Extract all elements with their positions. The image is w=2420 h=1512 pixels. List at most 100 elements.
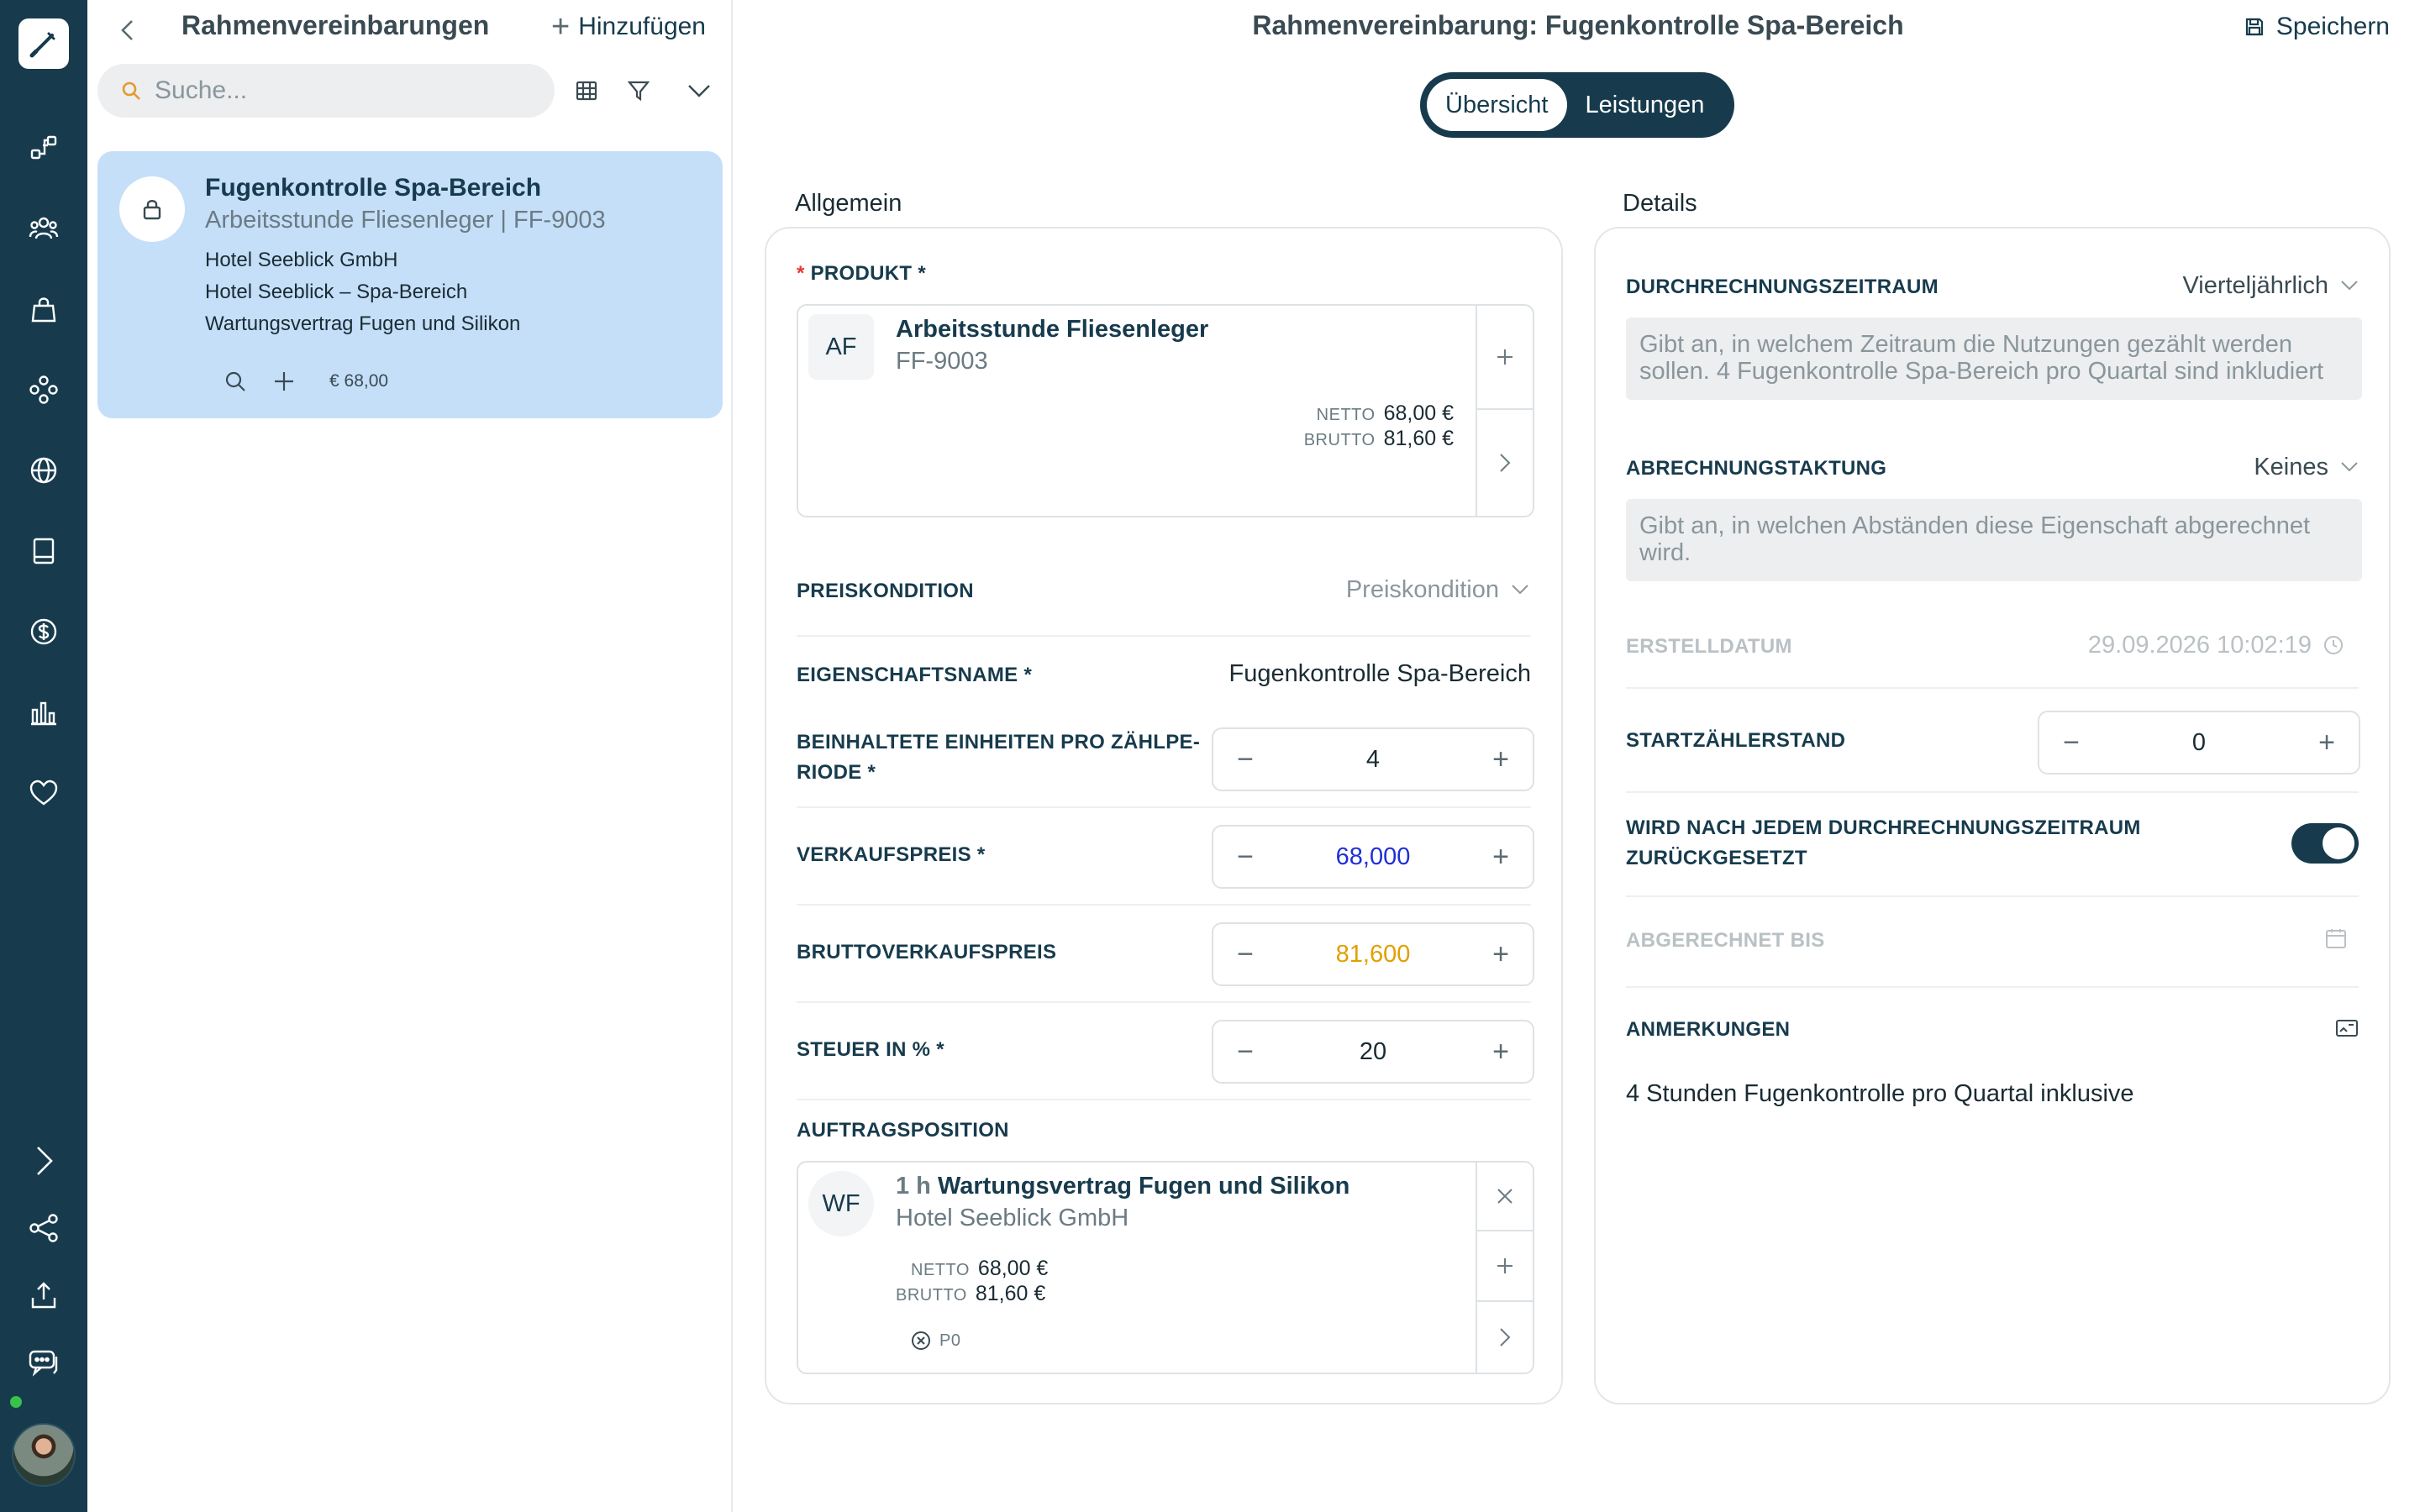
save-button[interactable]: Speichern (2244, 10, 2390, 44)
view-tabs: Übersicht Leistungen (1420, 72, 1734, 138)
chevron-right-icon[interactable] (1477, 410, 1533, 516)
notes-label: ANMERKUNGEN (1626, 1018, 1791, 1041)
reset-label-line1: WIRD NACH JEDEM DURCHRECHNUNGSZEITRAUM (1626, 816, 2141, 839)
plus-icon[interactable] (1477, 1231, 1533, 1302)
order-position-initials: WF (808, 1171, 874, 1236)
billing-period-select[interactable]: Vierteljährlich (2182, 269, 2359, 302)
start-counter-stepper: − 0 + (2038, 711, 2360, 774)
minus-icon[interactable]: − (1228, 743, 1262, 776)
details-panel: DURCHRECHNUNGSZEITRAUM Vierteljährlich G… (1594, 227, 2391, 1404)
units-label-line2: RIODE * (797, 761, 876, 784)
billing-cycle-select[interactable]: Keines (2254, 450, 2359, 484)
lock-icon (119, 176, 185, 242)
list-item[interactable]: Fugenkontrolle Spa-Bereich Arbeitsstunde… (97, 151, 723, 418)
required-mark: * (797, 262, 805, 285)
tax-value[interactable]: 20 (1262, 1038, 1484, 1066)
start-counter-value[interactable]: 0 (2088, 729, 2310, 757)
chevron-down-icon[interactable] (679, 71, 719, 111)
chevron-down-icon (2341, 281, 2358, 291)
property-name-value[interactable]: Fugenkontrolle Spa-Bereich (1229, 657, 1531, 690)
billing-period-label: DURCHRECHNUNGSZEITRAUM (1626, 276, 1939, 298)
plus-icon: + (551, 9, 571, 45)
reset-label-line2: ZURÜCKGESETZT (1626, 847, 1807, 869)
clock-icon (2324, 636, 2343, 654)
plus-icon[interactable] (1477, 306, 1533, 410)
minus-icon[interactable]: − (2054, 726, 2088, 759)
tab-overview[interactable]: Übersicht (1427, 79, 1567, 131)
chevron-right-icon[interactable] (1477, 1302, 1533, 1373)
product-actions (1476, 306, 1533, 516)
add-button[interactable]: + Hinzufügen (551, 8, 706, 45)
dollar-icon[interactable] (22, 610, 66, 654)
plus-icon[interactable]: + (1484, 743, 1518, 776)
list-item-title: Fugenkontrolle Spa-Bereich (205, 174, 542, 202)
plus-icon[interactable]: + (1484, 840, 1518, 874)
chat-icon[interactable] (22, 1341, 66, 1384)
edit-notes-icon[interactable] (2335, 1018, 2359, 1038)
gross-price-value[interactable]: 81,600 (1262, 941, 1484, 969)
agreements-list-panel: Rahmenvereinbarungen + Hinzufügen Fugenk… (87, 0, 733, 1512)
heart-icon[interactable] (22, 771, 66, 815)
plus-icon[interactable]: + (1484, 937, 1518, 971)
list-item-location: Hotel Seeblick – Spa-Bereich (205, 281, 468, 303)
expand-icon[interactable] (22, 1139, 66, 1183)
order-position-card[interactable]: WF 1 h Wartungsvertrag Fugen und Silikon… (797, 1161, 1534, 1374)
avatar[interactable] (12, 1423, 76, 1487)
close-icon[interactable] (1477, 1163, 1533, 1231)
sale-price-value[interactable]: 68,000 (1262, 843, 1484, 871)
table-view-icon[interactable] (566, 71, 607, 111)
sale-price-label: VERKAUFSPREIS * (797, 843, 986, 866)
billing-cycle-label: ABRECHNUNGSTAKTUNG (1626, 457, 1887, 480)
product-card[interactable]: AF Arbeitsstunde Fliesenleger FF-9003 NE… (797, 304, 1534, 517)
plus-icon[interactable]: + (1484, 1035, 1518, 1068)
notes-value[interactable]: 4 Stunden Fugenkontrolle pro Quartal ink… (1626, 1077, 2134, 1110)
gross-price-stepper: − 81,600 + (1212, 922, 1534, 986)
upload-icon[interactable] (22, 1273, 66, 1317)
share-icon[interactable] (22, 1206, 66, 1250)
add-button-label: Hinzufügen (578, 13, 706, 40)
list-item-subtitle: Arbeitsstunde Fliesenleger | FF-9003 (205, 207, 606, 234)
tab-services[interactable]: Leistungen (1567, 79, 1723, 131)
globe-icon[interactable] (22, 449, 66, 492)
back-chevron-icon[interactable] (108, 10, 148, 50)
property-name-label: EIGENSCHAFTSNAME * (797, 664, 1033, 686)
order-position-netto: NETTO 68,00 € (911, 1257, 1049, 1280)
bag-icon[interactable] (22, 287, 66, 331)
start-counter-label: STARTZÄHLERSTAND (1626, 729, 1846, 752)
product-initials: AF (808, 314, 874, 380)
order-position-brutto: BRUTTO 81,60 € (896, 1282, 1046, 1305)
plus-icon[interactable] (266, 363, 302, 400)
logo-icon[interactable] (18, 18, 69, 69)
minus-icon[interactable]: − (1228, 840, 1262, 874)
units-value[interactable]: 4 (1262, 746, 1484, 774)
tax-label: STEUER IN % * (797, 1038, 944, 1061)
filter-icon[interactable] (618, 71, 659, 111)
billed-until-label: ABGERECHNET BIS (1626, 929, 1825, 952)
sale-price-stepper: − 68,000 + (1212, 825, 1534, 889)
product-name: Arbeitsstunde Fliesenleger (896, 316, 1209, 343)
list-title: Rahmenvereinbarungen (182, 10, 490, 40)
product-label: * PRODUKT * (797, 262, 926, 285)
modules-icon[interactable] (22, 368, 66, 412)
product-code: FF-9003 (896, 348, 988, 375)
product-netto: NETTO 68,00 € (1316, 402, 1454, 425)
chevron-down-icon (1512, 585, 1528, 595)
people-icon[interactable] (22, 207, 66, 250)
search-input[interactable] (155, 76, 508, 105)
page-title: Rahmenvereinbarung: Fugenkontrolle Spa-B… (1252, 10, 1904, 40)
book-icon[interactable] (22, 529, 66, 573)
minus-icon[interactable]: − (1228, 937, 1262, 971)
price-condition-label: PREISKONDITION (797, 580, 974, 602)
chart-icon[interactable] (22, 690, 66, 734)
calendar-icon[interactable] (2325, 927, 2347, 949)
chevron-down-icon (2341, 462, 2358, 472)
units-label-line1: BEINHALTETE EINHEITEN PRO ZÄHLPE- (797, 731, 1201, 753)
reset-toggle[interactable] (2291, 823, 2359, 864)
search-icon[interactable] (217, 363, 254, 400)
plus-icon[interactable]: + (2310, 726, 2344, 759)
price-condition-select[interactable]: Preiskondition (1346, 573, 1529, 606)
minus-icon[interactable]: − (1228, 1035, 1262, 1068)
order-position-tag: P0 (911, 1327, 960, 1354)
search-icon (121, 81, 141, 101)
flow-icon[interactable] (22, 126, 66, 170)
